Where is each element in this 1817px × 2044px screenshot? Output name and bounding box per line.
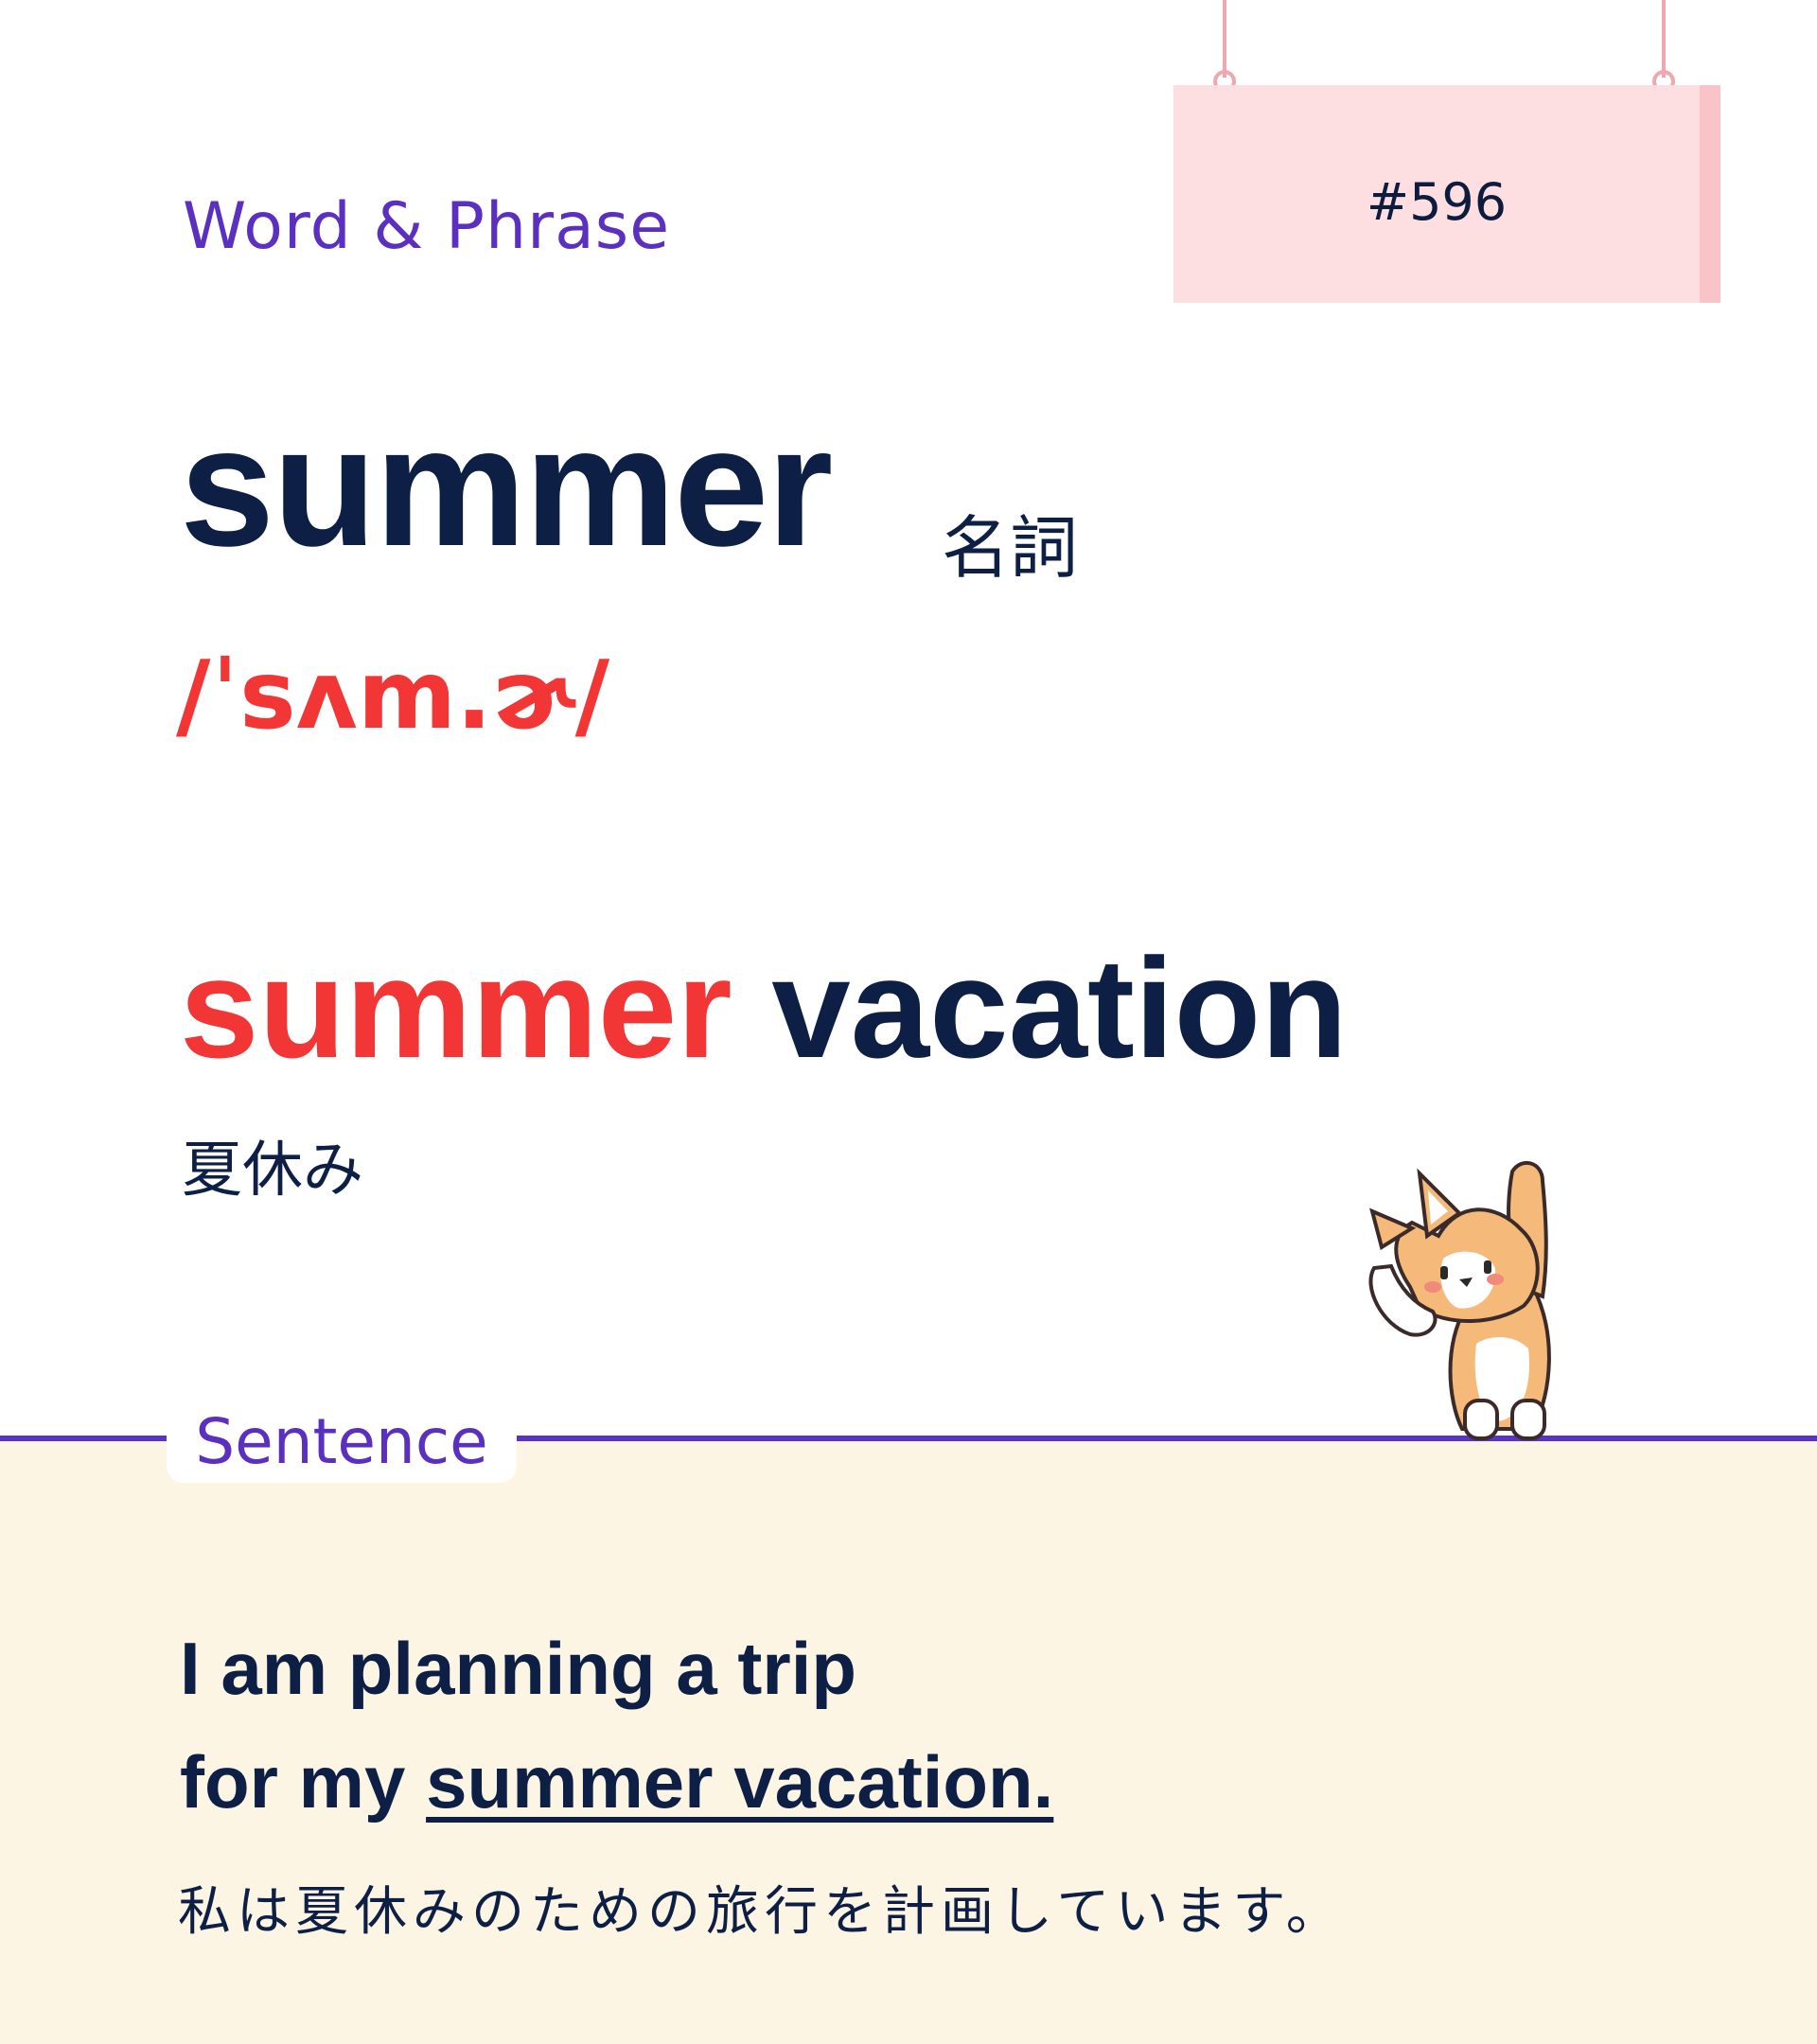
phrase-rest: vacation (732, 928, 1348, 1087)
corgi-mascot-icon (1368, 1160, 1551, 1440)
card-number: #596 (1366, 172, 1508, 232)
phrase-translation: 夏休み (182, 1136, 363, 1206)
sentence-translation: 私は夏休みのための旅行を計画しています。 (178, 1881, 1345, 1943)
pronunciation: /ˈsʌm.ɚ/ (176, 640, 610, 750)
sentence-line-2-prefix: for my (180, 1740, 427, 1824)
sentence-underlined-phrase: summer vacation. (426, 1740, 1054, 1824)
sentence-label: Sentence (195, 1405, 488, 1478)
sentence-tab: Sentence (167, 1396, 517, 1483)
sentence-line-2: for my summer vacation. (180, 1739, 1053, 1825)
card-number-sign: #596 (1173, 85, 1720, 303)
flashcard-page: Word & Phrase #596 summer 名詞 /ˈsʌm.ɚ/ su… (0, 0, 1817, 2044)
headword: summer (180, 392, 833, 582)
phrase: summer vacation (180, 937, 1348, 1079)
part-of-speech: 名詞 (942, 508, 1079, 588)
sign-string-left (1223, 0, 1226, 78)
word-phrase-label: Word & Phrase (183, 189, 671, 264)
sign-string-right (1662, 0, 1666, 78)
sign-edge (1700, 85, 1720, 303)
phrase-highlight: summer (180, 928, 732, 1087)
sentence-line-1: I am planning a trip (180, 1627, 857, 1710)
